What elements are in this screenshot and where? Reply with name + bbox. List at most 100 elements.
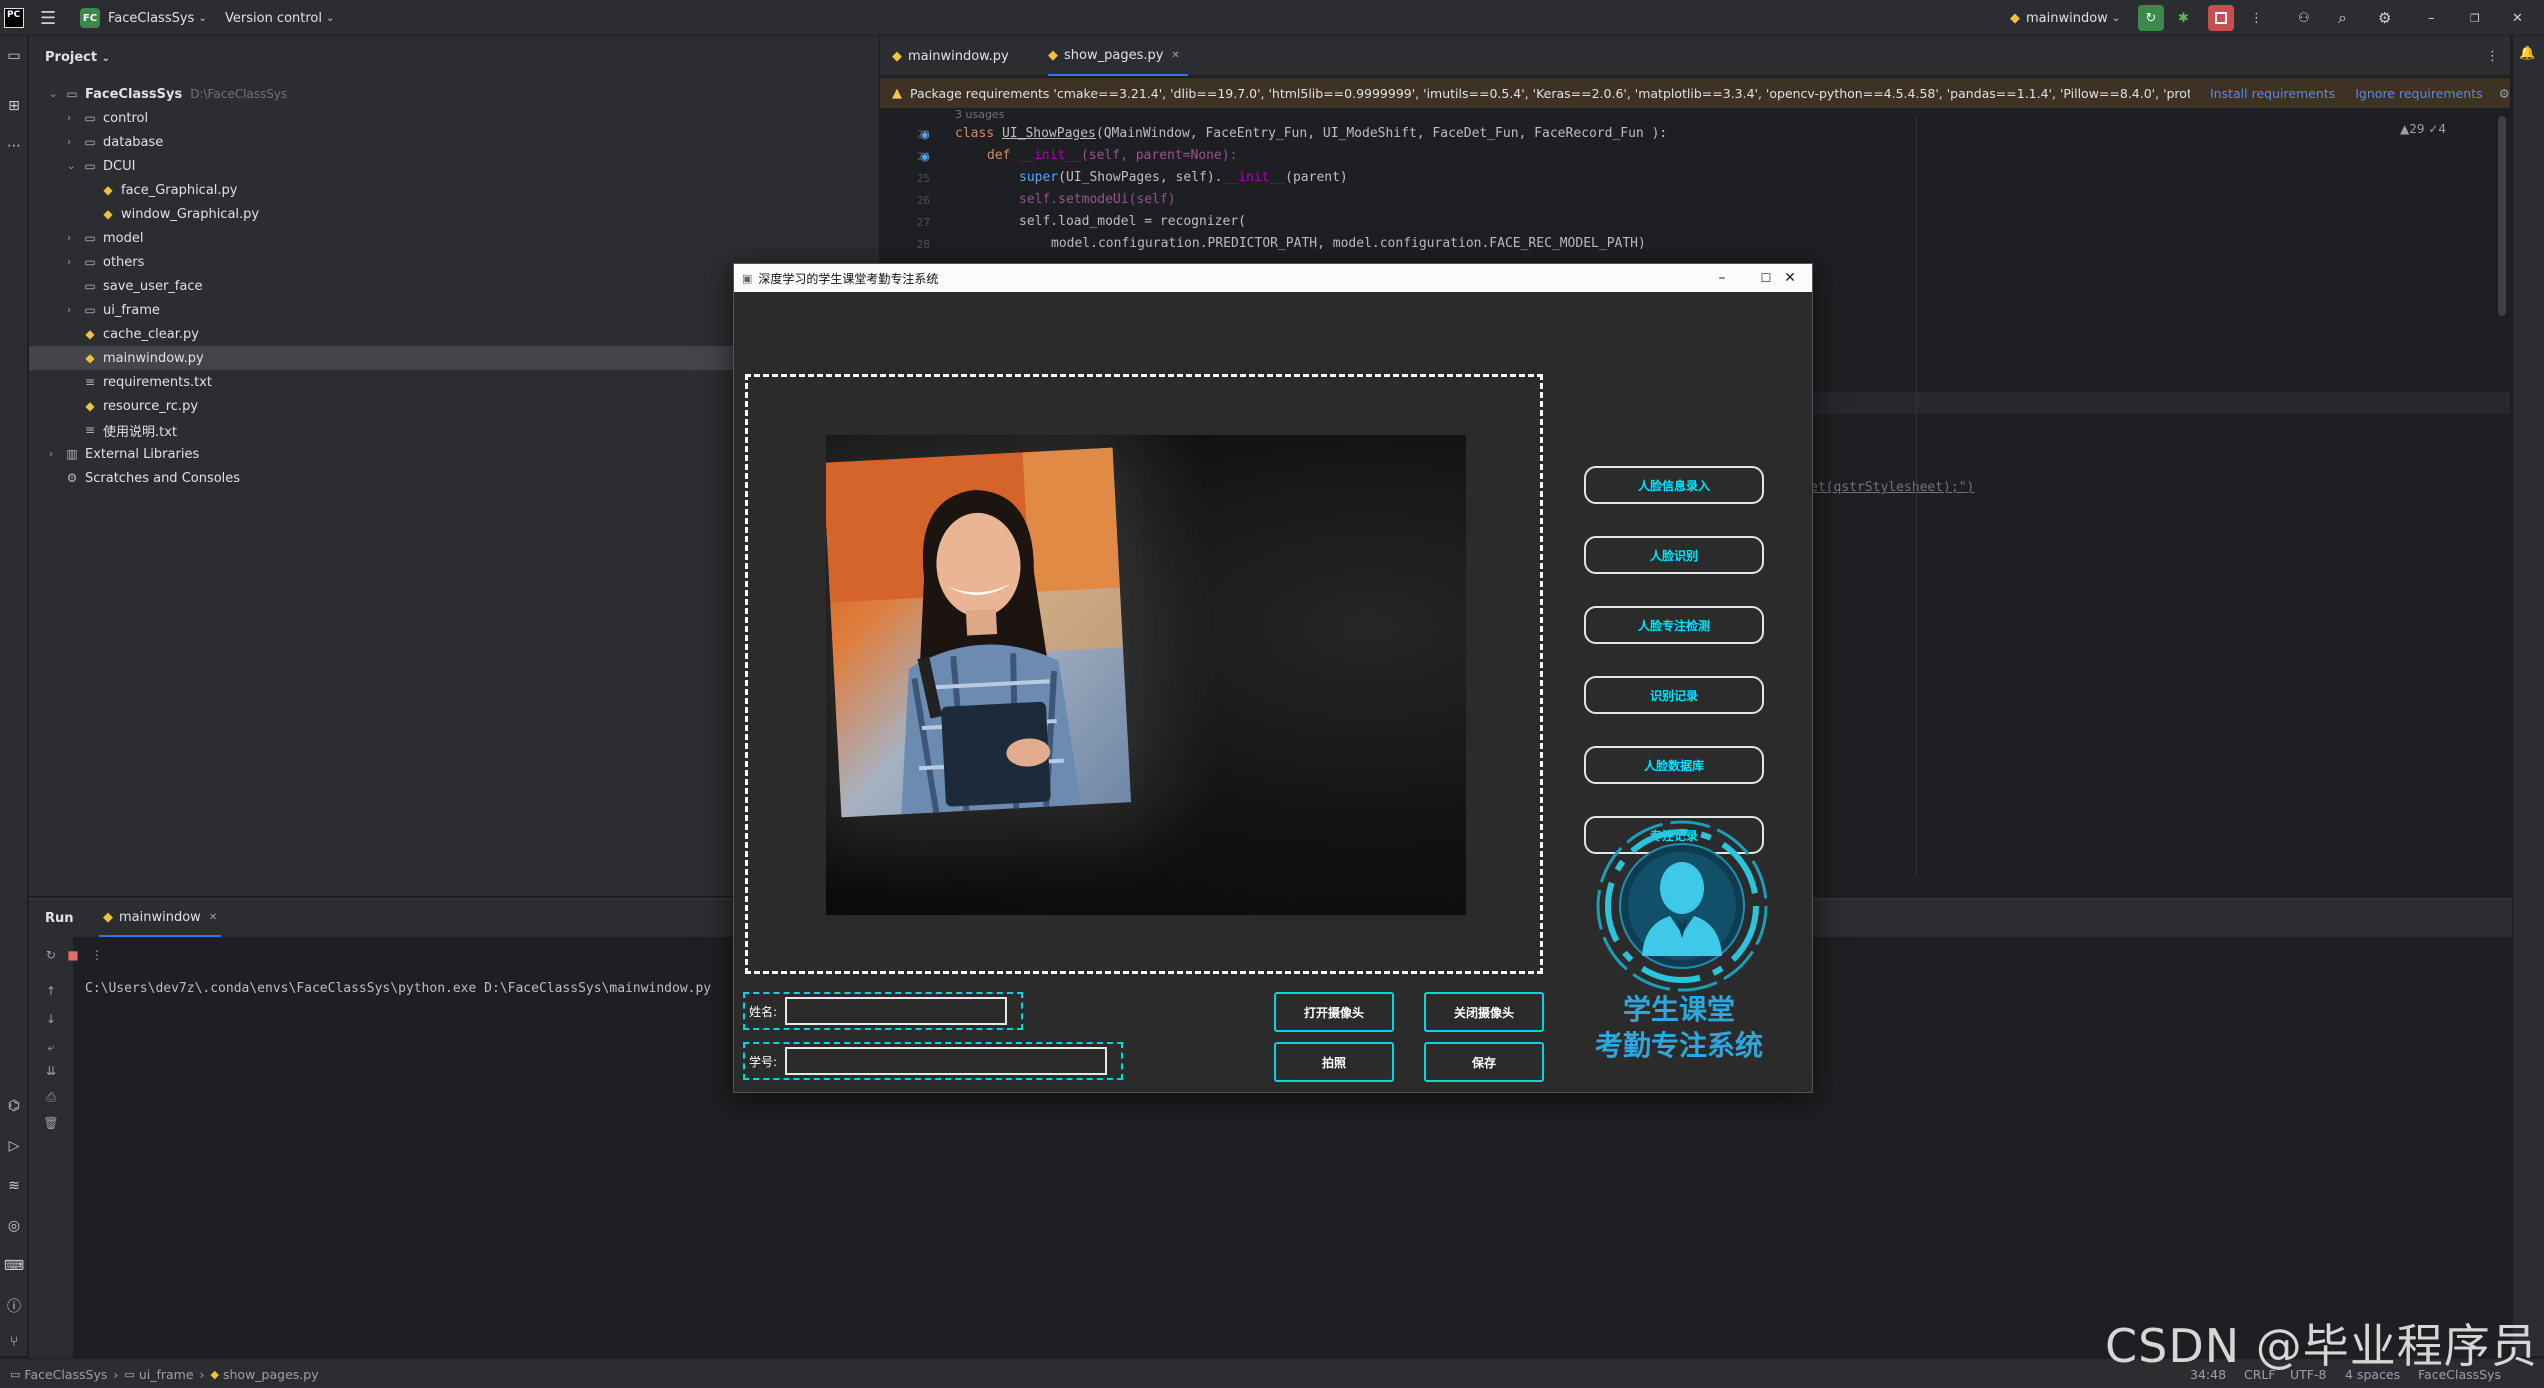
- layers-icon[interactable]: ≋: [4, 1176, 24, 1196]
- install-requirements-link[interactable]: Install requirements: [2210, 86, 2335, 101]
- implementation-gutter-icon[interactable]: ◉: [920, 128, 930, 141]
- tree-item-dcui[interactable]: ⌄ ▭ DCUI: [67, 154, 135, 178]
- close-icon[interactable]: ✕: [209, 912, 217, 923]
- override-gutter-icon[interactable]: ◉: [920, 150, 930, 163]
- tree-item-root[interactable]: ⌄ ▭ FaceClassSys D:\FaceClassSys: [49, 82, 287, 106]
- app-close-button[interactable]: ✕: [1768, 264, 1812, 292]
- line-number: 26: [916, 194, 930, 207]
- code-line[interactable]: def __init__(self, parent=None):: [987, 148, 1237, 163]
- name-input[interactable]: [785, 997, 1008, 1025]
- tree-item-readme[interactable]: ≡ 使用说明.txt: [81, 418, 177, 442]
- app-minimize-button[interactable]: –: [1700, 264, 1744, 292]
- vcs-menu[interactable]: Version control ⌄: [225, 0, 334, 36]
- more-vertical-icon[interactable]: ⋮: [87, 945, 107, 965]
- problems-icon[interactable]: ⓘ: [4, 1296, 24, 1316]
- more-actions-button[interactable]: ⋮: [2250, 0, 2263, 36]
- run-tool-icon[interactable]: ▷: [4, 1136, 24, 1156]
- settings-button[interactable]: ⚙: [2378, 0, 2391, 36]
- tree-item-others[interactable]: › ▭ others: [67, 250, 144, 274]
- rerun-icon[interactable]: ↻: [41, 945, 61, 965]
- breadcrumb-item[interactable]: FaceClassSys: [24, 1367, 107, 1382]
- folder-icon[interactable]: ▭: [4, 46, 24, 66]
- trash-icon[interactable]: 🗑: [41, 1113, 61, 1133]
- project-switcher[interactable]: FC FaceClassSys ⌄: [80, 0, 207, 36]
- tree-item-ui-frame[interactable]: › ▭ ui_frame: [67, 298, 160, 322]
- face-enroll-button[interactable]: 人脸信息录入: [1584, 466, 1764, 504]
- open-camera-button[interactable]: 打开摄像头: [1274, 992, 1394, 1032]
- scroll-up-icon[interactable]: ↑: [41, 981, 61, 1001]
- tree-item-resource-rc[interactable]: ◆ resource_rc.py: [81, 394, 198, 418]
- save-button[interactable]: 保存: [1424, 1042, 1544, 1082]
- recognition-records-button[interactable]: 识别记录: [1584, 676, 1764, 714]
- code-line[interactable]: model.configuration.PREDICTOR_PATH, mode…: [1051, 236, 1646, 251]
- tree-item-model[interactable]: › ▭ model: [67, 226, 143, 250]
- scroll-down-icon[interactable]: ↓: [41, 1009, 61, 1029]
- code-line[interactable]: class UI_ShowPages(QMainWindow, FaceEntr…: [955, 126, 1667, 141]
- editor-tab-bar: ◆ mainwindow.py ◆ show_pages.py ✕ ⋮: [880, 36, 2510, 76]
- services-icon[interactable]: ◎: [4, 1216, 24, 1236]
- debug-button[interactable]: ✱: [2178, 0, 2189, 36]
- python-console-icon[interactable]: ⌬: [4, 1096, 24, 1116]
- stop-icon: [2208, 5, 2234, 31]
- id-label: 学号:: [749, 1054, 778, 1069]
- search-everywhere-button[interactable]: ⌕: [2338, 0, 2347, 36]
- notifications-icon[interactable]: 🔔: [2519, 46, 2535, 61]
- print-icon[interactable]: ⎙: [41, 1087, 61, 1107]
- window-minimize-button[interactable]: –: [2428, 0, 2435, 36]
- ide-logo[interactable]: PC: [4, 0, 24, 36]
- capture-button[interactable]: 拍照: [1274, 1042, 1394, 1082]
- scroll-to-end-icon[interactable]: ⇊: [41, 1061, 61, 1081]
- rerun-button[interactable]: ↻: [2138, 0, 2164, 36]
- project-pane-title[interactable]: Project ⌄: [45, 50, 110, 65]
- student-id-input[interactable]: [785, 1047, 1108, 1075]
- tree-item-database[interactable]: › ▭ database: [67, 130, 163, 154]
- face-database-button[interactable]: 人脸数据库: [1584, 746, 1764, 784]
- run-toolbar: ↻ ■ ⋮ ↑ ↓ ⤶ ⇊ ⎙ 🗑: [29, 937, 103, 1359]
- tree-item-requirements[interactable]: ≡ requirements.txt: [81, 370, 212, 394]
- tree-item-cache-clear[interactable]: ◆ cache_clear.py: [81, 322, 199, 346]
- soft-wrap-icon[interactable]: ⤶: [41, 1037, 61, 1057]
- tree-item-window-graphical[interactable]: ◆ window_Graphical.py: [99, 202, 259, 226]
- tree-item-face-graphical[interactable]: ◆ face_Graphical.py: [99, 178, 237, 202]
- stop-button[interactable]: [2208, 0, 2234, 36]
- stop-icon[interactable]: ■: [63, 945, 83, 965]
- tree-item-scratches[interactable]: ⚙ Scratches and Consoles: [63, 466, 240, 490]
- run-tab-mainwindow[interactable]: ◆ mainwindow ✕: [99, 899, 222, 937]
- window-close-button[interactable]: ✕: [2512, 0, 2523, 36]
- tab-show-pages[interactable]: ◆ show_pages.py ✕: [1048, 36, 1188, 76]
- right-tool-strip: 🔔: [2512, 36, 2544, 1356]
- close-camera-button[interactable]: 关闭摄像头: [1424, 992, 1544, 1032]
- window-restore-button[interactable]: ❐: [2470, 0, 2480, 36]
- structure-icon[interactable]: ⊞: [4, 96, 24, 116]
- tab-mainwindow[interactable]: ◆ mainwindow.py: [892, 36, 1009, 76]
- main-menu-button[interactable]: ☰: [40, 0, 56, 36]
- folder-icon: ▭: [84, 231, 96, 245]
- close-icon[interactable]: ✕: [1171, 50, 1179, 61]
- editor-scrollbar[interactable]: [2498, 116, 2506, 316]
- usages-hint[interactable]: 3 usages: [955, 108, 1004, 121]
- code-line[interactable]: self.load_model = recognizer(: [1019, 214, 1246, 229]
- ignore-requirements-link[interactable]: Ignore requirements: [2355, 86, 2482, 101]
- more-horizontal-icon[interactable]: ⋯: [4, 136, 24, 156]
- tree-item-control[interactable]: › ▭ control: [67, 106, 148, 130]
- code-line[interactable]: super(UI_ShowPages, self).__init__(paren…: [1019, 170, 1348, 185]
- code-with-me-button[interactable]: ⚇: [2298, 0, 2310, 36]
- gear-icon[interactable]: ⚙: [2499, 86, 2510, 101]
- terminal-icon[interactable]: ⌨: [4, 1256, 24, 1276]
- editor-tabs-menu[interactable]: ⋮: [2486, 36, 2499, 76]
- code-line[interactable]: et(qstrStylesheet);"): [1810, 480, 1974, 495]
- console-output[interactable]: C:\Users\dev7z\.conda\envs\FaceClassSys\…: [85, 981, 711, 996]
- breadcrumb-item[interactable]: show_pages.py: [223, 1367, 319, 1382]
- tree-item-external-libraries[interactable]: › ▥ External Libraries: [49, 442, 199, 466]
- chevron-down-icon: ⌄: [198, 12, 207, 24]
- tree-item-save-user-face[interactable]: ▭ save_user_face: [81, 274, 202, 298]
- breadcrumb-item[interactable]: ui_frame: [139, 1367, 194, 1382]
- focus-detection-button[interactable]: 人脸专注检测: [1584, 606, 1764, 644]
- face-recognition-button[interactable]: 人脸识别: [1584, 536, 1764, 574]
- user-add-icon: ⚇: [2298, 10, 2310, 26]
- git-icon[interactable]: ⑂: [4, 1332, 24, 1352]
- inspections-widget[interactable]: ▲29 ✓4: [2400, 122, 2446, 136]
- code-line[interactable]: self.setmodeUi(self): [1019, 192, 1176, 207]
- run-config-selector[interactable]: ◆ mainwindow ⌄: [2010, 0, 2120, 36]
- left-tool-strip: ▭ ⊞ ⋯ ⌬ ▷ ≋ ◎ ⌨ ⓘ ⑂: [0, 36, 28, 1356]
